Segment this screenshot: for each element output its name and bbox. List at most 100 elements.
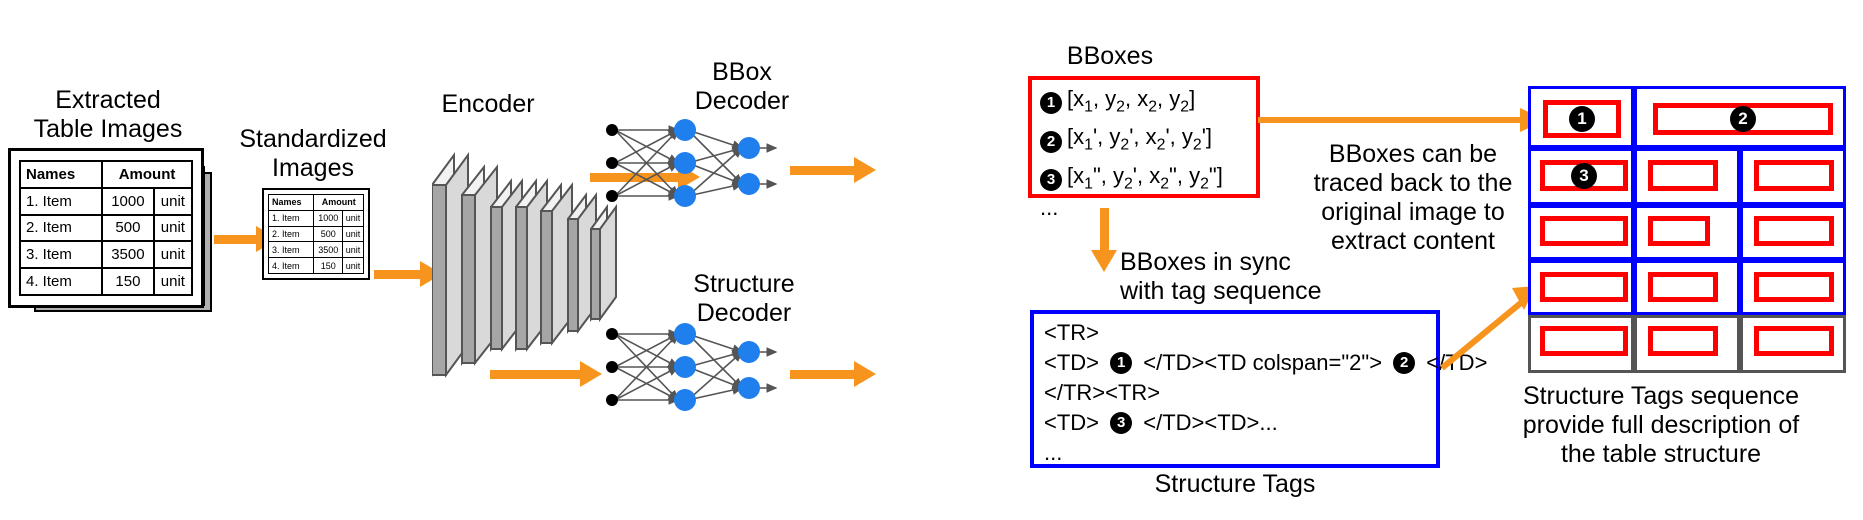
bboxes-output-box: 1 [x1, y2, x2, y2] 2 [x1', y2', x2', y2'] 3[… [1028,76,1260,219]
standardized-sample-table: Names Amount 1. Item 1000 unit 2. Item 5… [267,194,365,274]
table-cell-value: 1000 [101,186,155,216]
table-cell-unit: unit [152,267,194,296]
table-cell-name: 2. Item [267,225,315,243]
structure-desc-line3: the table structure [1560,440,1762,468]
structure-decoder-label: Structure Decoder [660,270,828,328]
bbox-list-number: 3 [1040,168,1062,191]
table-cell-name: 3. Item [267,241,315,259]
bbox-rect-empty [1648,216,1710,246]
bbox-decoder-label-line2: Decoder [694,87,790,115]
table-cell-name: 4. Item [267,257,315,274]
table-image-front: Names Amount 1. Item 1000 unit 2. Item 5… [8,148,204,308]
bbox-coordinates: [x1', y2', x2', y2'] [1067,124,1212,154]
bbox-number-3: 3 [1571,162,1597,189]
table-cell-name: 1. Item [18,186,104,216]
bbox-decoder-label: BBox Decoder [676,58,808,116]
grid-cell-r4c2 [1740,315,1846,373]
grid-cell-r2c0 [1528,205,1634,260]
bbox-decoder-label-line1: BBox [712,58,772,86]
table-cell-unit: unit [152,213,194,243]
structure-tag-text: </TD><TD colspan="2"> [1137,350,1389,375]
bbox-list-number: 2 [1040,130,1062,153]
bboxes-title-text: BBoxes [1066,42,1154,70]
table-cell-value: 500 [101,213,155,243]
table-row: 4. Item 150 unit [267,257,365,274]
grid-cell-r0c0: 1 [1528,86,1634,148]
table-cell-name: 3. Item [18,240,104,270]
bbox-coordinates: [x1", y2', x2", y2"] [1067,162,1223,193]
table-header-names: Names [18,160,104,189]
bbox-rect-empty [1754,272,1834,302]
sync-annotation: BBoxes in sync with tag sequence [1120,248,1360,306]
table-row: 2. Item 500 unit [18,213,194,243]
standardized-label-line2: Images [272,154,354,182]
table-row: 1. Item 1000 unit [267,209,365,227]
table-cell-unit: unit [152,240,194,270]
table-header-names: Names [267,194,315,211]
table-cell-unit: unit [341,257,365,274]
structure-tags-title: Structure Tags [1030,470,1440,499]
table-cell-value: 3500 [313,241,343,259]
structure-tag-number: 1 [1110,352,1133,374]
traceback-line4: extract content [1331,227,1495,255]
table-cell-unit: unit [341,241,365,259]
table-row: 1. Item 1000 unit [18,186,194,216]
bbox-rect-empty [1754,326,1834,356]
structure-tags-title-text: Structure Tags [1154,470,1316,498]
traceback-annotation: BBoxes can be traced back to the origina… [1278,140,1548,256]
bbox-rect-empty [1540,272,1628,302]
bbox-rect-empty [1540,216,1628,246]
structure-tag-line: <TD> 3 </TD><TD>... [1044,408,1426,438]
bbox-rect-empty [1754,216,1834,246]
grid-cell-r4c0 [1528,315,1634,373]
bbox-line: 1 [x1, y2, x2, y2] [1040,84,1248,122]
structure-tag-text: ... [1044,440,1063,465]
table-row: 4. Item 150 unit [18,267,194,296]
table-cell-value: 3500 [101,240,155,270]
table-cell-unit: unit [152,186,194,216]
extracted-table-images-stack: Names Amount 1. Item 1000 unit 2. Item 5… [8,148,212,312]
bboxes-title: BBoxes [1020,42,1200,71]
extracted-label-line2: Table Images [33,115,183,143]
table-cell-name: 1. Item [267,209,315,227]
structure-decoder-network [600,322,780,412]
table-cell-value: 150 [101,267,155,296]
table-row: 3. Item 3500 unit [267,241,365,259]
structure-tag-text: <TD> [1044,410,1106,435]
grid-cell-r3c2 [1740,260,1846,315]
structure-tag-number: 2 [1393,352,1416,374]
sync-annotation-line2: with tag sequence [1120,277,1322,305]
grid-cell-r1c1 [1634,148,1740,205]
grid-cell-r2c2 [1740,205,1846,260]
table-cell-value: 500 [313,225,343,243]
table-cell-unit: unit [341,225,365,243]
structure-tag-line: <TR> [1044,318,1426,348]
encoder-label-text: Encoder [441,90,535,118]
grid-cell-r3c1 [1634,260,1740,315]
bbox-line: 3 [x1", y2', x2", y2"] [1040,161,1248,199]
structure-desc-line1: Structure Tags sequence [1522,382,1800,410]
bbox-rect-empty [1648,272,1718,302]
grid-cell-r1c0: 3 [1528,148,1634,205]
table-cell-value: 150 [313,257,343,274]
bbox-rect-empty [1648,160,1718,191]
bbox-rect-3: 3 [1540,160,1628,191]
traceback-line2: traced back to the [1313,169,1513,197]
extracted-label-line1: Extracted [55,86,161,114]
grid-cell-r3c0 [1528,260,1634,315]
bbox-number-1: 1 [1569,106,1595,132]
table-row: 2. Item 500 unit [267,225,365,243]
structure-tag-text: <TR> [1044,320,1100,345]
structure-tag-number: 3 [1110,412,1133,434]
traceback-line1: BBoxes can be [1328,140,1498,168]
table-cell-value: 1000 [313,209,343,227]
bbox-rect-empty [1540,326,1628,356]
arrow-bboxes-to-grid [1258,105,1548,135]
traceback-line3: original image to [1321,198,1505,226]
structure-description-annotation: Structure Tags sequence provide full des… [1470,382,1852,469]
table-header-row: Names Amount [267,194,364,211]
extracted-table-images-label: Extracted Table Images [8,86,208,144]
table-cell-name: 2. Item [18,213,104,243]
bbox-list-number: 1 [1040,92,1062,115]
structure-decoder-svg [606,323,778,411]
